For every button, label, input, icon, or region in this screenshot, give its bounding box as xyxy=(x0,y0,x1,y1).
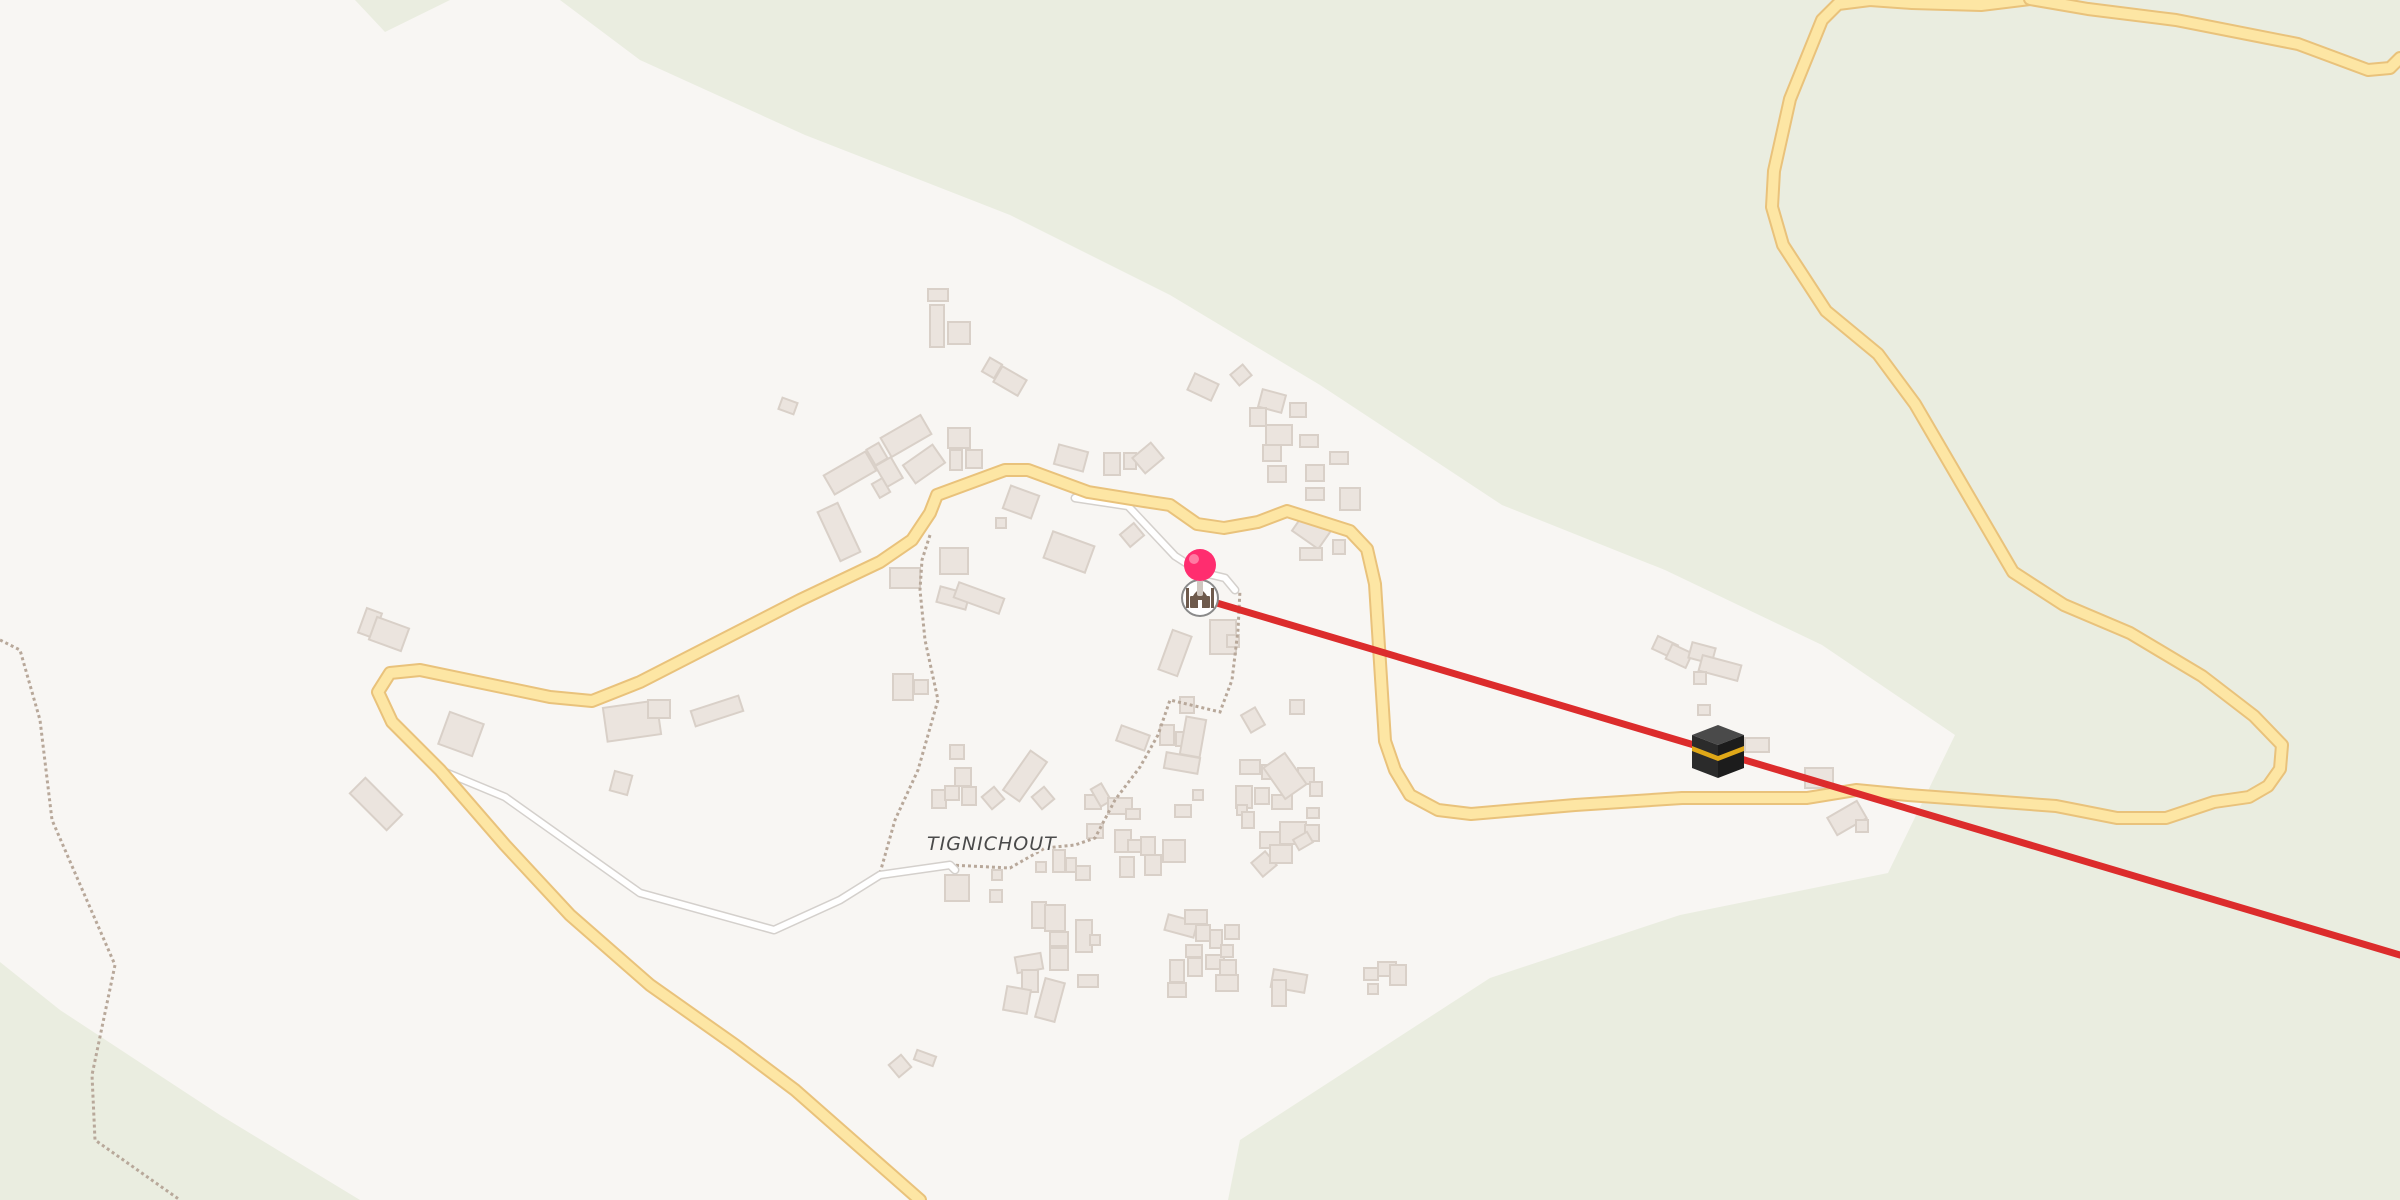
building xyxy=(1140,836,1156,856)
building xyxy=(1305,487,1325,501)
building xyxy=(1332,539,1346,555)
map-pin-highlight xyxy=(1189,554,1199,564)
building xyxy=(1049,947,1069,971)
building xyxy=(1044,904,1066,932)
building xyxy=(1031,901,1047,929)
building xyxy=(1306,807,1320,819)
building xyxy=(1144,854,1162,876)
building xyxy=(1162,839,1186,863)
building xyxy=(1075,865,1091,881)
building xyxy=(1169,959,1185,983)
building xyxy=(1192,789,1204,801)
building xyxy=(1289,402,1307,418)
building xyxy=(1299,434,1319,448)
building xyxy=(1389,964,1407,986)
building xyxy=(991,869,1003,881)
map-canvas[interactable]: TIGNICHOUT xyxy=(0,0,2400,1200)
building xyxy=(1693,671,1707,685)
building xyxy=(647,699,671,719)
building xyxy=(949,744,965,760)
building xyxy=(944,785,960,801)
building xyxy=(1103,452,1121,476)
place-label-village: TIGNICHOUT xyxy=(927,833,1057,855)
building xyxy=(989,889,1003,903)
building xyxy=(927,288,949,302)
building xyxy=(1267,465,1287,483)
building xyxy=(1174,804,1192,818)
building xyxy=(1049,931,1069,947)
building xyxy=(1299,547,1323,561)
building xyxy=(1254,787,1270,805)
building xyxy=(1195,924,1211,942)
building xyxy=(1239,759,1261,775)
building xyxy=(947,321,971,345)
building xyxy=(1184,909,1208,925)
building xyxy=(1262,444,1282,462)
kaaba-icon[interactable] xyxy=(1692,725,1744,778)
building xyxy=(939,547,969,575)
building xyxy=(929,304,945,348)
building xyxy=(1127,839,1143,853)
building xyxy=(1035,861,1047,873)
building xyxy=(944,874,970,902)
building xyxy=(1220,944,1234,958)
building xyxy=(995,517,1007,529)
building xyxy=(1269,844,1293,864)
building xyxy=(1363,967,1379,981)
building xyxy=(1249,407,1267,427)
building xyxy=(1271,979,1287,1007)
building xyxy=(1329,451,1349,465)
building xyxy=(965,449,983,469)
building xyxy=(1119,856,1135,878)
building xyxy=(949,449,963,471)
building xyxy=(1339,487,1361,511)
building xyxy=(1309,781,1323,797)
building xyxy=(1215,974,1239,992)
building xyxy=(892,673,914,701)
building xyxy=(1265,424,1293,446)
building xyxy=(1855,819,1869,833)
building xyxy=(1241,811,1255,829)
building xyxy=(1167,982,1187,998)
building xyxy=(1001,984,1033,1016)
building xyxy=(1125,808,1141,820)
building xyxy=(1185,944,1203,958)
building xyxy=(1305,464,1325,482)
building xyxy=(931,789,947,809)
building xyxy=(1077,974,1099,988)
building xyxy=(947,427,971,449)
building xyxy=(1224,924,1240,940)
building xyxy=(1089,934,1101,946)
building xyxy=(1367,983,1379,995)
building xyxy=(1065,857,1077,873)
building xyxy=(1744,737,1770,753)
map-pin-head xyxy=(1184,549,1216,581)
building xyxy=(1697,704,1711,716)
building xyxy=(1159,724,1175,746)
building xyxy=(961,786,977,806)
building xyxy=(913,679,929,695)
building xyxy=(954,767,972,787)
building xyxy=(1187,957,1203,977)
building xyxy=(889,567,921,589)
building xyxy=(608,769,634,797)
building xyxy=(1219,959,1237,977)
building xyxy=(1289,699,1305,715)
